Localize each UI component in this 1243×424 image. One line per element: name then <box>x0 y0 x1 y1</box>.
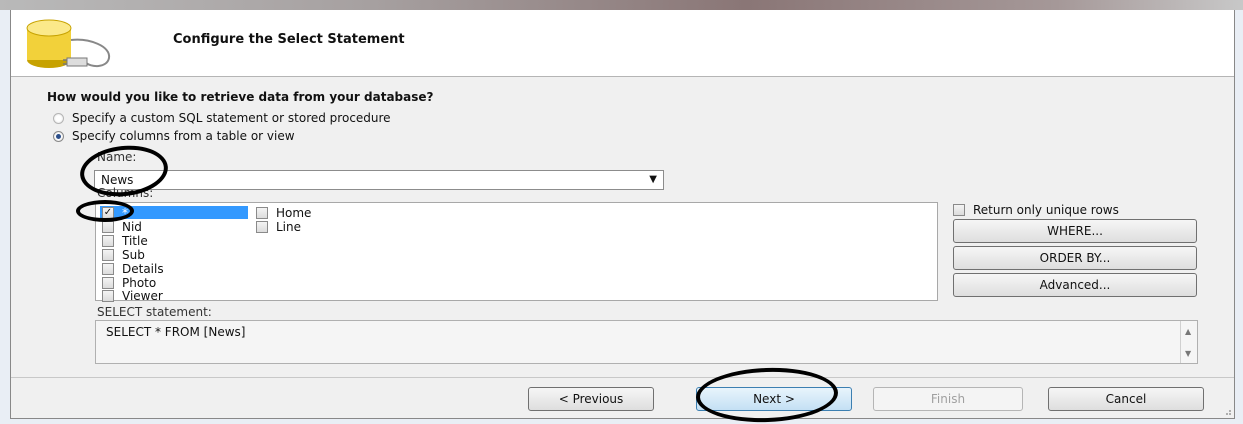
select-statement-box[interactable]: SELECT * FROM [News] ▲ ▼ <box>95 320 1198 364</box>
unique-rows-label: Return only unique rows <box>973 203 1119 217</box>
columns-list[interactable]: ✓ * Nid Title Sub Details Photo Viewer H… <box>95 202 938 303</box>
window-top-strip <box>0 0 1243 10</box>
wizard-header: Configure the Select Statement <box>11 10 1234 77</box>
advanced-button[interactable]: Advanced... <box>953 273 1197 297</box>
table-columns-option[interactable]: Specify columns from a table or view <box>53 129 295 143</box>
column-item-details[interactable]: Details <box>102 262 164 276</box>
custom-sql-radio[interactable] <box>53 112 64 124</box>
wizard-dialog: Configure the Select Statement How would… <box>10 10 1235 419</box>
column-nid-label: Nid <box>122 220 142 234</box>
column-details-label: Details <box>122 262 164 276</box>
column-item-title[interactable]: Title <box>102 234 148 248</box>
chevron-down-icon[interactable]: ▼ <box>649 174 657 185</box>
scroll-up-icon[interactable]: ▲ <box>1185 327 1191 336</box>
column-item-sub[interactable]: Sub <box>102 248 145 262</box>
column-sub-checkbox[interactable] <box>102 249 114 261</box>
order-by-button[interactable]: ORDER BY... <box>953 246 1197 270</box>
column-sub-label: Sub <box>122 248 145 262</box>
finish-button: Finish <box>873 387 1023 411</box>
column-nid-checkbox[interactable] <box>102 221 114 233</box>
column-viewer-checkbox[interactable] <box>102 290 114 302</box>
column-viewer-label: Viewer <box>122 289 163 303</box>
unique-rows-option[interactable]: Return only unique rows <box>953 203 1119 217</box>
custom-sql-label: Specify a custom SQL statement or stored… <box>72 111 391 125</box>
column-photo-checkbox[interactable] <box>102 277 114 289</box>
column-home-label: Home <box>276 206 312 220</box>
table-select[interactable]: News ▼ <box>94 170 664 190</box>
column-item-line[interactable]: Line <box>256 220 301 234</box>
column-line-checkbox[interactable] <box>256 221 268 233</box>
previous-button[interactable]: < Previous <box>528 387 654 411</box>
select-statement-text: SELECT * FROM [News] <box>106 325 246 339</box>
unique-rows-checkbox[interactable] <box>953 204 965 216</box>
column-photo-label: Photo <box>122 276 157 290</box>
annotation-circle-star <box>76 200 134 222</box>
scroll-down-icon[interactable]: ▼ <box>1185 349 1191 358</box>
custom-sql-option[interactable]: Specify a custom SQL statement or stored… <box>53 111 391 125</box>
column-item-home[interactable]: Home <box>256 206 311 220</box>
database-icon <box>26 19 111 68</box>
table-columns-label: Specify columns from a table or view <box>72 129 295 143</box>
cancel-button[interactable]: Cancel <box>1048 387 1204 411</box>
page-title: Configure the Select Statement <box>173 32 405 47</box>
column-details-checkbox[interactable] <box>102 263 114 275</box>
statement-scrollbar[interactable]: ▲ ▼ <box>1180 321 1197 363</box>
where-button[interactable]: WHERE... <box>953 219 1197 243</box>
column-home-checkbox[interactable] <box>256 207 268 219</box>
table-columns-radio[interactable] <box>53 130 64 142</box>
column-item-viewer[interactable]: Viewer <box>102 289 163 303</box>
retrieval-question: How would you like to retrieve data from… <box>47 90 434 104</box>
resize-grip-icon[interactable] <box>1222 406 1232 416</box>
column-line-label: Line <box>276 220 302 234</box>
column-title-checkbox[interactable] <box>102 235 114 247</box>
column-item-nid[interactable]: Nid <box>102 220 142 234</box>
column-title-label: Title <box>122 234 148 248</box>
statement-label: SELECT statement: <box>97 305 212 319</box>
footer-divider <box>11 377 1234 378</box>
column-item-photo[interactable]: Photo <box>102 276 156 290</box>
